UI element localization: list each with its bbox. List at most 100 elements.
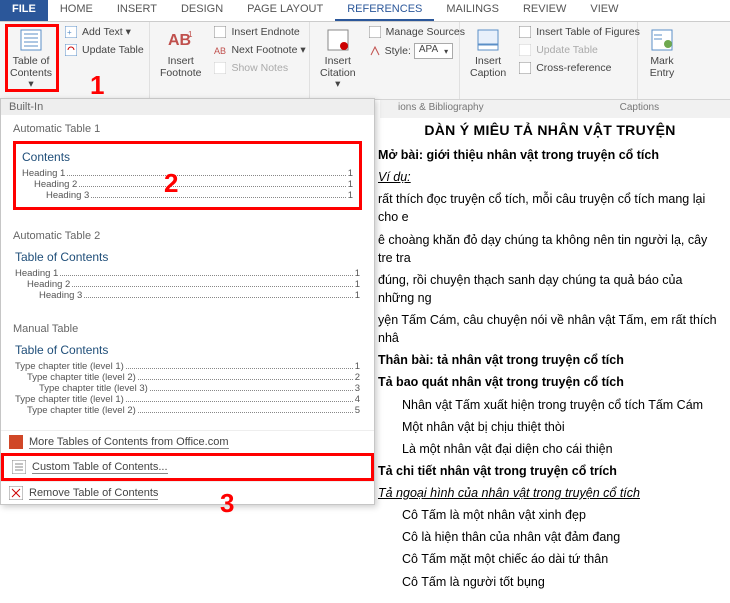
svg-text:AB: AB [214,46,226,56]
toc-dropdown: Built-In Automatic Table 1 Contents Head… [0,98,375,505]
manage-sources-button[interactable]: Manage Sources [366,24,467,40]
more-tables-office[interactable]: More Tables of Contents from Office.com [1,430,374,453]
group-citations-label: ions & Bibliography [380,100,502,118]
tab-page-layout[interactable]: PAGE LAYOUT [235,0,335,21]
show-notes-label: Show Notes [231,62,288,74]
tab-insert[interactable]: INSERT [105,0,169,21]
doc-c2: Cô là hiện thân của nhân vật đảm đang [402,528,722,546]
style-icon [368,44,382,58]
annotation-1: 1 [90,70,104,101]
man-p2: 2 [355,372,360,383]
remove-toc-label: Remove Table of Contents [29,487,158,500]
custom-toc-icon [12,460,26,474]
tab-references[interactable]: REFERENCES [335,0,434,21]
auto2-p3: 1 [355,290,360,301]
auto-table-1[interactable]: Automatic Table 1 Contents Heading 11 He… [1,115,374,222]
doc-b1: Nhân vật Tấm xuất hiện trong truyện cổ t… [402,396,722,414]
add-text-label: Add Text ▾ [82,26,131,38]
next-footnote-icon: AB [213,43,227,57]
auto-table-2[interactable]: Automatic Table 2 Table of Contents Head… [1,222,374,315]
tof-icon [518,25,532,39]
remove-table-of-contents[interactable]: Remove Table of Contents [1,481,374,504]
next-footnote-button[interactable]: ABNext Footnote ▾ [211,42,307,58]
insert-caption-button[interactable]: Insert Caption [464,24,512,81]
auto1-p1: 1 [348,168,353,179]
group-captions-label: Captions [602,100,677,118]
tab-home[interactable]: HOME [48,0,105,21]
insert-footnote-label: Insert Footnote [160,56,201,79]
doc-b3: Là một nhân vật đại diện cho cái thiện [402,440,722,458]
svg-text:+: + [67,28,72,37]
man-t4: Type chapter title (level 1) [15,394,124,405]
auto2-p2: 1 [355,279,360,290]
style-select-row: Style: APA ▾ [366,42,467,60]
manage-sources-icon [368,25,382,39]
more-office-label: More Tables of Contents from Office.com [29,436,229,449]
auto-table-1-label: Automatic Table 1 [13,123,362,135]
show-notes-button[interactable]: Show Notes [211,60,307,76]
update-table-captions-button[interactable]: Update Table [516,42,642,58]
update-captions-label: Update Table [536,44,598,56]
auto1-p3: 1 [348,190,353,201]
doc-c1: Cô Tấm là một nhân vật xinh đẹp [402,506,722,524]
crossref-label: Cross-reference [536,62,611,74]
mark-entry-button[interactable]: Mark Entry [642,24,682,81]
auto1-p2: 1 [348,179,353,190]
tab-mailings[interactable]: MAILINGS [434,0,511,21]
auto1-h1: Heading 1 [22,168,65,179]
toc-label: Table of Contents ▾ [10,56,52,91]
insert-caption-label: Insert Caption [470,56,506,79]
insert-endnote-label: Insert Endnote [231,26,299,38]
doc-c3: Cô Tấm mặt một chiếc áo dài tứ thân [402,550,722,568]
tab-bar: FILE HOME INSERT DESIGN PAGE LAYOUT REFE… [0,0,730,22]
annotation-3: 3 [220,488,234,519]
insert-endnote-button[interactable]: Insert Endnote [211,24,307,40]
crossref-icon [518,61,532,75]
office-icon [9,435,23,449]
insert-table-of-figures-button[interactable]: Insert Table of Figures [516,24,642,40]
add-text-icon: + [64,25,78,39]
add-text-button[interactable]: + Add Text ▾ [62,24,146,40]
man-t5: Type chapter title (level 2) [27,405,136,416]
doc-c4: Cô Tấm là người tốt bụng [402,573,722,591]
update-table-button[interactable]: Update Table [62,42,146,58]
auto2-h3: Heading 3 [39,290,82,301]
footnote-icon: AB1 [167,26,195,54]
auto2-title: Table of Contents [15,250,360,264]
doc-heading-bao: Tả bao quát nhân vật trong truyện cổ tíc… [378,373,722,391]
insert-citation-button[interactable]: Insert Citation ▾ [314,24,362,93]
toc-icon [17,26,45,54]
endnote-icon [213,25,227,39]
manual-title: Table of Contents [15,343,360,357]
update-table-label: Update Table [82,44,144,56]
svg-text:1: 1 [188,30,193,39]
manual-table-label: Manual Table [13,323,362,335]
mark-entry-label: Mark Entry [650,56,675,79]
manual-table[interactable]: Manual Table Table of Contents Type chap… [1,315,374,430]
insert-footnote-button[interactable]: AB1 Insert Footnote [154,24,207,81]
update-captions-icon [518,43,532,57]
remove-toc-icon [9,486,23,500]
table-of-contents-button[interactable]: Table of Contents ▾ [4,24,58,93]
tab-file[interactable]: FILE [0,0,48,21]
ribbon-group-labels: ions & Bibliography Captions [380,100,730,118]
doc-p4: yện Tấm Cám, câu chuyện nói về nhân vật … [378,311,722,347]
auto1-h3: Heading 3 [46,190,89,201]
tab-design[interactable]: DESIGN [169,0,235,21]
custom-table-of-contents[interactable]: Custom Table of Contents... [1,453,374,481]
doc-heading-ng: Tả ngoại hình của nhân vật trong truyện … [378,484,722,502]
doc-p3: đúng, rồi chuyện thạch sanh dạy chúng ta… [378,271,722,307]
doc-vidu: Ví dụ: [378,168,722,186]
tab-review[interactable]: REVIEW [511,0,578,21]
man-p4: 4 [355,394,360,405]
style-label: Style: [385,45,411,57]
cross-reference-button[interactable]: Cross-reference [516,60,642,76]
man-p1: 1 [355,361,360,372]
tof-label: Insert Table of Figures [536,26,640,38]
auto-table-2-label: Automatic Table 2 [13,230,362,242]
tab-view[interactable]: VIEW [578,0,630,21]
man-p5: 5 [355,405,360,416]
doc-heading-chi: Tả chi tiết nhân vật trong truyện cổ trí… [378,462,722,480]
ribbon: Table of Contents ▾ + Add Text ▾ Update T… [0,22,730,100]
man-t1: Type chapter title (level 1) [15,361,124,372]
